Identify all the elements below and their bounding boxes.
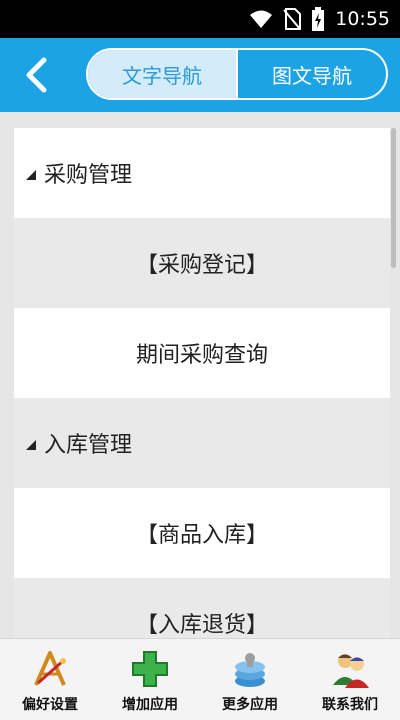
preferences-icon bbox=[30, 649, 70, 689]
bottom-nav-label: 更多应用 bbox=[222, 697, 278, 713]
status-time: 10:55 bbox=[335, 8, 390, 30]
bottom-nav-label: 偏好设置 bbox=[22, 697, 78, 713]
bottom-nav: 偏好设置 增加应用 更多应用 联系我们 bbox=[0, 638, 400, 720]
menu-item-label: 期间采购查询 bbox=[135, 343, 268, 368]
tab-image-text-nav-label: 图文导航 bbox=[272, 63, 352, 88]
bottom-nav-more-apps[interactable]: 更多应用 bbox=[200, 639, 300, 720]
tab-image-text-nav[interactable]: 图文导航 bbox=[236, 50, 386, 98]
menu-item-goods-stock-in[interactable]: 【商品入库】 bbox=[14, 488, 390, 578]
menu-content[interactable]: 采购管理 【采购登记】 期间采购查询 入库管理 【商品入库】 【入库退货】 bbox=[0, 112, 400, 638]
more-apps-icon bbox=[230, 649, 270, 689]
menu-item-period-purchase-query[interactable]: 期间采购查询 bbox=[14, 308, 390, 398]
menu-list: 采购管理 【采购登记】 期间采购查询 入库管理 【商品入库】 【入库退货】 bbox=[14, 128, 390, 638]
bottom-nav-label: 增加应用 bbox=[122, 697, 178, 713]
battery-charging-icon bbox=[311, 7, 325, 31]
chevron-left-icon bbox=[24, 57, 48, 93]
tab-text-nav[interactable]: 文字导航 bbox=[88, 50, 236, 98]
no-sim-icon bbox=[283, 8, 302, 30]
menu-item-label: 【商品入库】 bbox=[135, 523, 268, 548]
menu-group-label: 采购管理 bbox=[44, 163, 133, 188]
title-bar: 文字导航 图文导航 bbox=[0, 38, 400, 112]
status-bar: 10:55 bbox=[0, 0, 400, 38]
nav-mode-tabs: 文字导航 图文导航 bbox=[86, 48, 388, 100]
scrollbar[interactable] bbox=[391, 128, 396, 268]
bottom-nav-label: 联系我们 bbox=[322, 697, 378, 713]
menu-group-purchase[interactable]: 采购管理 bbox=[14, 128, 390, 218]
bottom-nav-add-app[interactable]: 增加应用 bbox=[100, 639, 200, 720]
add-app-icon bbox=[130, 649, 170, 689]
menu-group-label: 入库管理 bbox=[44, 433, 133, 458]
bottom-nav-contact-us[interactable]: 联系我们 bbox=[300, 639, 400, 720]
menu-item-label: 【入库退货】 bbox=[135, 613, 268, 638]
bottom-nav-preferences[interactable]: 偏好设置 bbox=[0, 639, 100, 720]
menu-item-stock-in-return[interactable]: 【入库退货】 bbox=[14, 578, 390, 638]
wifi-icon bbox=[249, 9, 273, 29]
expand-triangle-icon bbox=[26, 440, 36, 450]
tab-text-nav-label: 文字导航 bbox=[122, 63, 202, 88]
menu-item-label: 【采购登记】 bbox=[135, 253, 268, 278]
status-icons: 10:55 bbox=[249, 0, 390, 38]
expand-triangle-icon bbox=[26, 170, 36, 180]
back-button[interactable] bbox=[16, 52, 56, 98]
contact-us-icon bbox=[330, 649, 370, 689]
menu-group-stock-in[interactable]: 入库管理 bbox=[14, 398, 390, 488]
menu-item-purchase-register[interactable]: 【采购登记】 bbox=[14, 218, 390, 308]
